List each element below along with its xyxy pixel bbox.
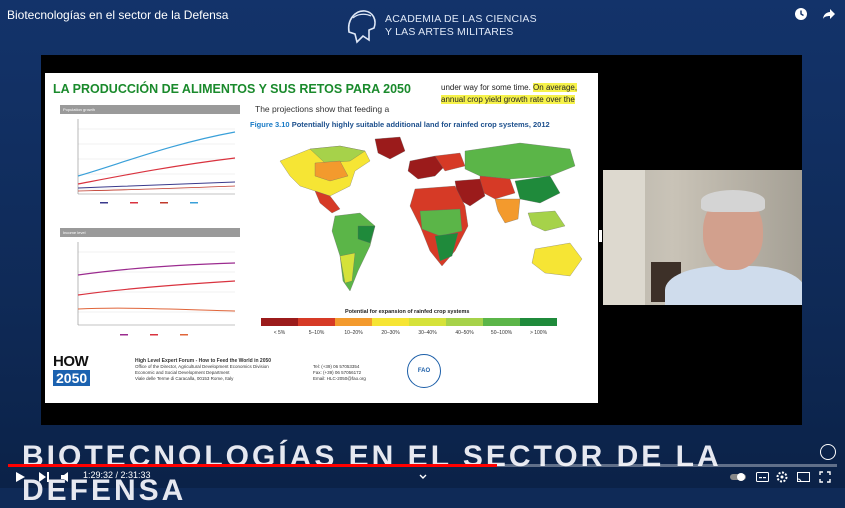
slide-text-right: under way for some time. On average, ann… [441,82,591,106]
speaker-webcam [603,170,802,305]
figure-caption: Potentially highly suitable additional l… [291,120,550,129]
fao-logo: FAO [407,354,441,388]
figure-title: Figure 3.10 Potentially highly suitable … [250,120,550,129]
population-chart-title: Population growth [60,105,240,114]
slide-title: LA PRODUCCIÓN DE ALIMENTOS Y SUS RETOS P… [53,82,411,96]
contact-info: Tel: (+39) 06 57053354 Fax: (+39) 06 570… [313,364,366,382]
slide-text-plain: under way for some time. [441,83,534,92]
legend-label: 40–50% [455,330,474,336]
volume-icon[interactable] [60,469,72,485]
legend-color-bar [261,318,557,326]
chevron-down-icon[interactable] [418,469,428,485]
gear-icon[interactable] [776,469,788,485]
income-level-chart: Income level [60,228,240,347]
legend-label: 20–30% [381,330,400,336]
legend-label: 30–40% [418,330,437,336]
layout-divider-handle [599,230,602,242]
helmet-logo-icon [347,10,376,44]
slide-projections-text: The projections show that feeding a [255,104,390,114]
legend-labels: < 5% 5–10% 10–20% 20–30% 30–40% 40–50% 5… [261,330,557,336]
income-chart-title: Income level [60,228,240,237]
legend-swatch [261,318,298,326]
subtitles-icon[interactable] [756,469,769,485]
legend-swatch [483,318,520,326]
watch-later-icon[interactable] [793,6,809,22]
legend-swatch [520,318,557,326]
legend-swatch [446,318,483,326]
progress-fill [8,464,498,467]
forum-info: High Level Expert Forum - How to Feed th… [135,358,271,382]
slide: LA PRODUCCIÓN DE ALIMENTOS Y SUS RETOS P… [45,73,598,403]
legend-label: 5–10% [308,330,325,336]
how-logo-text: HOW [53,353,89,370]
legend-swatch [372,318,409,326]
speaker-shirt [665,266,802,305]
legend-label: 10–20% [344,330,363,336]
legend-label: > 100% [529,330,548,336]
video-player[interactable]: Biotecnologías en el sector de la Defens… [0,0,845,507]
speaker-hair [701,190,765,212]
share-icon[interactable] [821,6,837,22]
world-map [270,131,590,309]
autoplay-toggle[interactable] [730,469,746,485]
background-door [603,170,645,305]
progress-bar[interactable] [8,464,837,467]
legend-title: Potential for expansion of rainfed crop … [345,309,470,315]
top-controls [793,6,837,22]
play-icon[interactable] [14,469,26,485]
how-2050-logo: HOW 2050 [53,353,101,387]
time-display: 1:29:32 / 2:31:33 [83,470,151,480]
cast-icon[interactable] [797,469,810,485]
video-title[interactable]: Biotecnologías en el sector de la Defens… [7,8,228,22]
next-icon[interactable] [38,469,50,485]
channel-logo-line2: Y LAS ARTES MILITARES [385,26,514,38]
contact-email: Email: HLC-2050@fao.org [313,376,366,381]
population-growth-chart: Population growth [60,105,240,219]
forum-line: Viale delle Terme di Caracalla, 00153 Ro… [135,376,234,381]
channel-logo: ACADEMIA DE LAS CIENCIAS Y LAS ARTES MIL… [343,6,537,46]
autoplay-icon[interactable] [820,444,836,460]
legend-label: < 5% [273,330,286,336]
legend-swatch [335,318,372,326]
legend-swatch [409,318,446,326]
legend-label: 50–100% [490,330,513,336]
slide-text-highlight-2: annual crop yield growth rate over the [441,95,575,104]
channel-logo-line1: ACADEMIA DE LAS CIENCIAS [385,13,537,25]
how-logo-year: 2050 [53,370,91,386]
fullscreen-icon[interactable] [819,469,831,485]
legend-swatch [298,318,335,326]
figure-number: Figure 3.10 [250,120,290,129]
slide-text-highlight-1: On average, [533,83,578,92]
